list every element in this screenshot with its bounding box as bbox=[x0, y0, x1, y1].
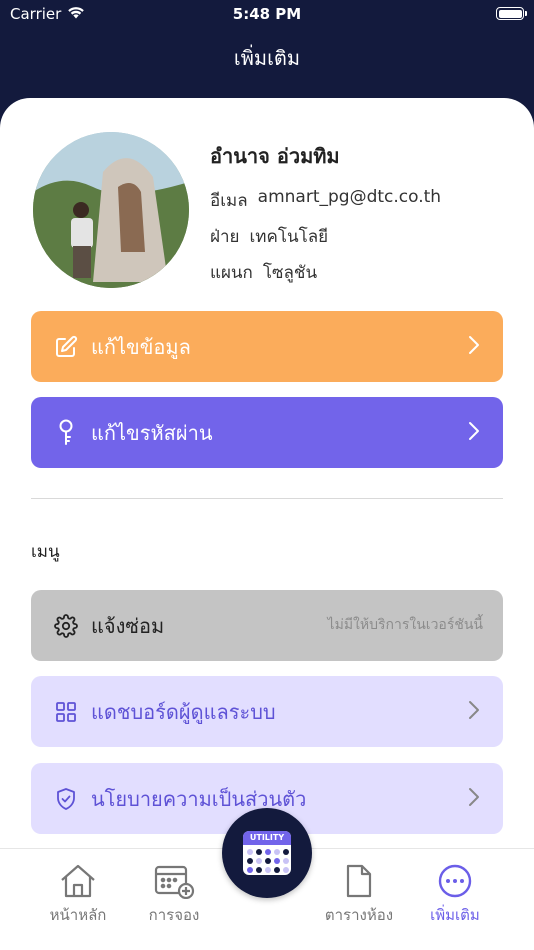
tab-booking[interactable]: การจอง bbox=[124, 859, 224, 927]
tab-booking-label: การจอง bbox=[148, 906, 200, 924]
utility-center-button[interactable]: UTILITY bbox=[222, 808, 312, 898]
gear-icon bbox=[53, 613, 79, 639]
email-label: อีเมล bbox=[210, 191, 248, 211]
profile-section-row: แผนก โซลูชัน bbox=[210, 259, 317, 286]
key-icon bbox=[53, 419, 79, 446]
section-value: โซลูชัน bbox=[262, 263, 318, 283]
menu-item-repair-note: ไม่มีให้บริการในเวอร์ชันนี้ bbox=[327, 617, 483, 633]
change-password-button[interactable]: แก้ไขรหัสผ่าน bbox=[31, 397, 503, 468]
menu-item-admin-dashboard-label: แดชบอร์ดผู้ดูแลระบบ bbox=[91, 699, 276, 724]
chevron-right-icon bbox=[467, 334, 481, 361]
section-label: แผนก bbox=[210, 263, 253, 283]
avatar[interactable] bbox=[33, 132, 189, 288]
battery-icon bbox=[496, 7, 527, 20]
more-icon bbox=[405, 859, 505, 899]
profile-department-row: ฝ่าย เทคโนโลยี bbox=[210, 223, 328, 250]
profile-email-row: อีเมล amnart_pg@dtc.co.th bbox=[210, 187, 441, 214]
menu-heading: เมนู bbox=[31, 542, 60, 562]
tab-more[interactable]: เพิ่มเติม bbox=[405, 859, 505, 927]
menu-item-repair-label: แจ้งซ่อม bbox=[91, 613, 165, 638]
utility-calendar-icon: UTILITY bbox=[243, 831, 291, 875]
divider bbox=[31, 498, 503, 499]
calendar-add-icon bbox=[124, 859, 224, 899]
department-label: ฝ่าย bbox=[210, 227, 240, 247]
chevron-right-icon bbox=[467, 420, 481, 447]
status-bar: Carrier 5:48 PM bbox=[0, 0, 534, 30]
document-icon bbox=[309, 859, 409, 899]
tab-room-schedule[interactable]: ตารางห้อง bbox=[309, 859, 409, 927]
tab-room-schedule-label: ตารางห้อง bbox=[324, 906, 394, 924]
change-password-label: แก้ไขรหัสผ่าน bbox=[91, 420, 213, 445]
edit-icon bbox=[53, 334, 79, 360]
profile-name: อำนาจ อ่วมทิม bbox=[210, 144, 340, 168]
home-icon bbox=[28, 859, 128, 899]
tab-more-label: เพิ่มเติม bbox=[430, 906, 480, 924]
menu-item-admin-dashboard[interactable]: แดชบอร์ดผู้ดูแลระบบ bbox=[31, 676, 503, 747]
shield-check-icon bbox=[53, 786, 79, 812]
clock: 5:48 PM bbox=[232, 5, 302, 23]
grid-icon bbox=[53, 699, 79, 725]
edit-profile-button[interactable]: แก้ไขข้อมูล bbox=[31, 311, 503, 382]
email-value: amnart_pg@dtc.co.th bbox=[257, 187, 442, 207]
edit-profile-label: แก้ไขข้อมูล bbox=[91, 334, 191, 359]
chevron-right-icon bbox=[467, 786, 481, 813]
content-card: อำนาจ อ่วมทิม อีเมล amnart_pg@dtc.co.th … bbox=[0, 98, 534, 858]
utility-badge-label: UTILITY bbox=[243, 831, 291, 845]
tab-home[interactable]: หน้าหลัก bbox=[28, 859, 128, 927]
page-title: เพิ่มเติม bbox=[233, 46, 301, 70]
tab-home-label: หน้าหลัก bbox=[49, 906, 107, 924]
chevron-right-icon bbox=[467, 699, 481, 726]
department-value: เทคโนโลยี bbox=[249, 227, 329, 247]
menu-item-repair[interactable]: แจ้งซ่อม ไม่มีให้บริการในเวอร์ชันนี้ bbox=[31, 590, 503, 661]
